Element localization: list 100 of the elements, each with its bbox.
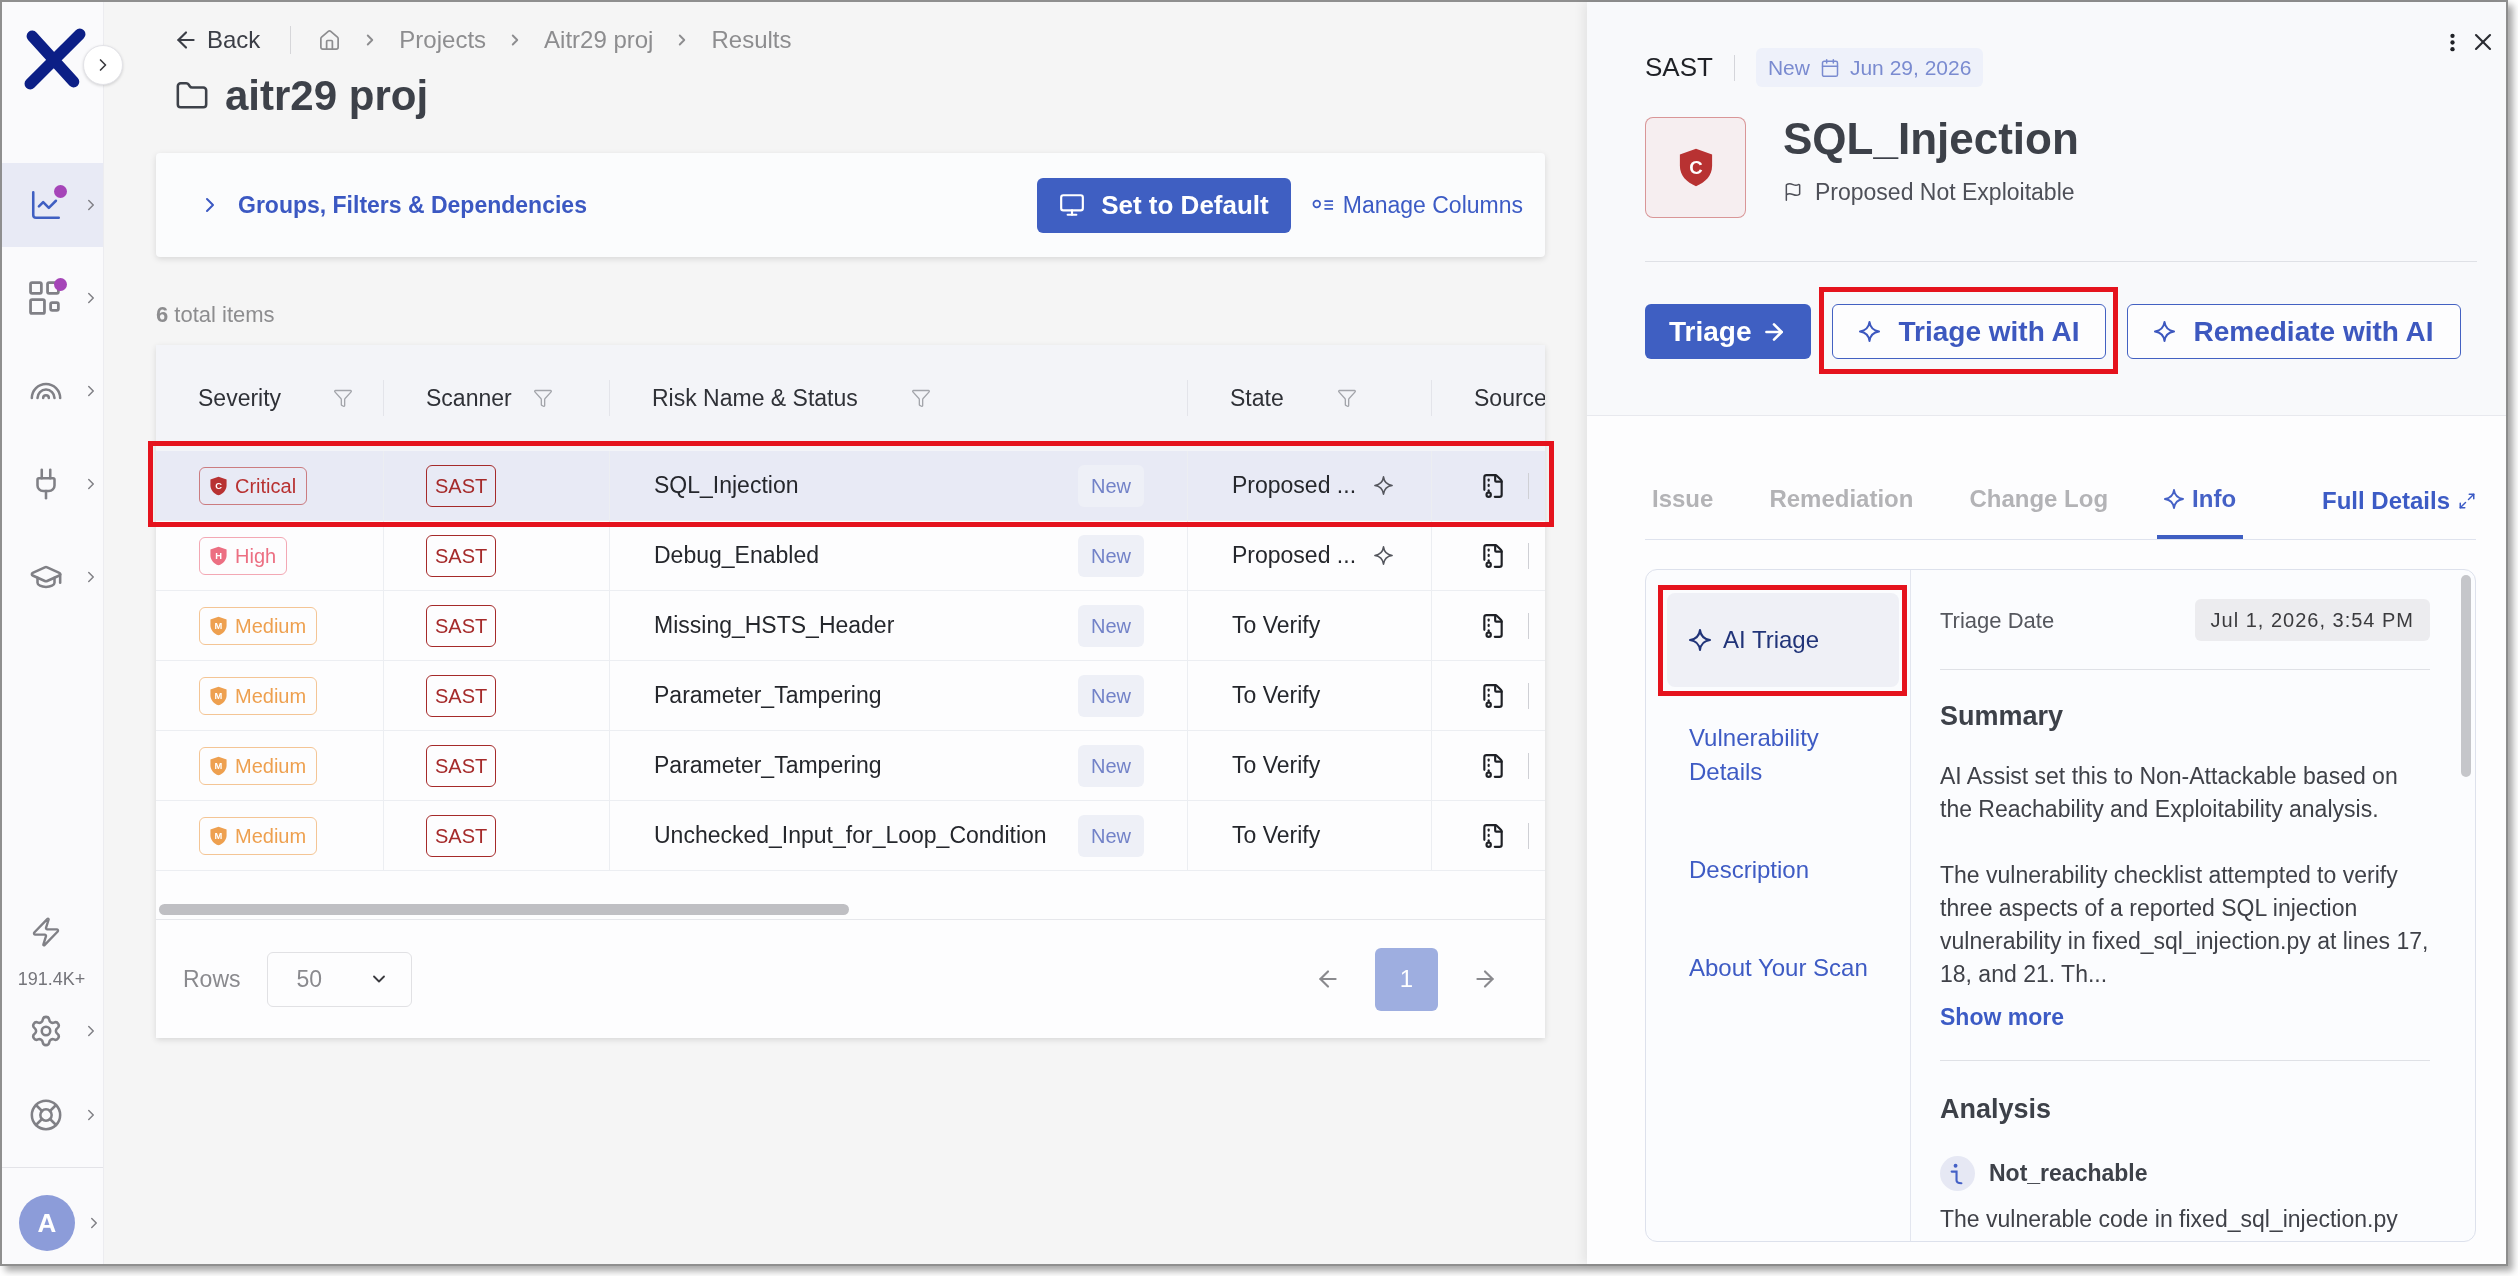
shield-icon: M xyxy=(210,825,227,846)
back-button[interactable]: Back xyxy=(173,22,261,58)
risk-name: SQL_Injection xyxy=(654,471,799,501)
analysis-title: Not_reachable xyxy=(1989,1159,2148,1189)
tab[interactable]: Info xyxy=(2157,481,2244,539)
file-icon xyxy=(1480,682,1506,709)
rows-select[interactable]: 50 xyxy=(266,951,412,1007)
settings-icon xyxy=(29,1014,63,1048)
column-header[interactable]: Severity xyxy=(198,380,354,416)
severity-label: High xyxy=(235,543,277,569)
scanner-label: SAST xyxy=(1645,51,1713,84)
risk-name: Debug_Enabled xyxy=(654,541,819,571)
shield-icon: C xyxy=(1678,148,1713,187)
file-icon xyxy=(1480,472,1506,499)
analysis-heading: Analysis xyxy=(1940,1093,2053,1125)
column-header[interactable]: Risk Name & Status xyxy=(652,380,931,416)
table-row[interactable]: M Medium SAST Missing_HSTS_Header New To Verify xyxy=(156,591,1545,661)
breadcrumb-link[interactable]: Aitr29 proj xyxy=(544,22,654,58)
risk-name: Unchecked_Input_for_Loop_Condition xyxy=(654,821,1047,851)
manage-columns-button[interactable]: Manage Columns xyxy=(1311,187,1523,223)
scanner-tag: SAST xyxy=(426,464,497,507)
sparkle-icon xyxy=(2154,321,2176,342)
full-details-link[interactable]: Full Details xyxy=(2321,483,2476,539)
filters-toggle[interactable]: Groups, Filters & Dependencies xyxy=(198,187,587,223)
breadcrumb-link[interactable]: Results xyxy=(711,22,792,58)
state-text: To Verify xyxy=(1232,611,1321,641)
flag-icon xyxy=(1783,182,1803,202)
risk-name: Parameter_Tampering xyxy=(654,751,882,781)
show-more-link[interactable]: Show more xyxy=(1940,1001,2064,1034)
issue-title: SQL_Injection xyxy=(1783,113,2079,165)
info-icon xyxy=(1940,1156,1975,1191)
column-header[interactable]: State xyxy=(1230,380,1357,416)
shield-icon: M xyxy=(210,685,227,706)
sparkle-icon xyxy=(1859,321,1881,342)
summary-paragraph: AI Assist set this to Non-Attackable based on the Reachability and Exploitability analysis. xyxy=(1940,762,2399,824)
table-row[interactable]: M Medium SAST Parameter_Tampering New To Verify xyxy=(156,731,1545,801)
shield-icon: H xyxy=(210,545,227,566)
state-text: Proposed ... xyxy=(1232,541,1357,571)
section-link[interactable]: Description xyxy=(1667,823,1899,917)
lifebuoy-icon xyxy=(29,1098,63,1132)
table-row[interactable]: H High SAST Debug_Enabled New Proposed ... xyxy=(156,521,1545,591)
more-icon xyxy=(2450,32,2455,52)
triage-date-value: Jul 1, 2026, 3:54 PM xyxy=(2194,599,2430,641)
sidebar-item[interactable] xyxy=(2,163,103,247)
triage-button[interactable]: Triage xyxy=(1645,304,1812,359)
set-default-button[interactable]: Set to Default xyxy=(1037,177,1291,233)
section-link[interactable]: AI Triage xyxy=(1667,593,1899,687)
severity-label: Medium xyxy=(235,683,307,709)
more-options-button[interactable] xyxy=(2450,32,2455,52)
summary-heading: Summary xyxy=(1940,700,2065,732)
ai-action-button[interactable]: Triage with AI xyxy=(1832,304,2107,359)
shield-icon: C xyxy=(210,475,227,496)
table-row[interactable]: C Critical SAST SQL_Injection New Proposed ... xyxy=(156,451,1545,521)
column-header[interactable]: Source xyxy=(1474,380,1545,416)
status-tag: New xyxy=(1078,604,1144,647)
state-text: To Verify xyxy=(1232,821,1321,851)
severity-label: Medium xyxy=(235,823,307,849)
section-link[interactable]: About Your Scan xyxy=(1667,921,1899,1015)
expand-icon xyxy=(2458,492,2476,510)
file-icon xyxy=(1480,612,1506,639)
severity-label: Critical xyxy=(235,473,297,499)
severity-label: Medium xyxy=(235,613,307,639)
status-tag: New xyxy=(1078,674,1144,717)
filter-icon[interactable] xyxy=(1336,388,1357,408)
grid-icon xyxy=(29,281,63,315)
breadcrumb-link[interactable]: Projects xyxy=(399,22,487,58)
state-text: To Verify xyxy=(1232,751,1321,781)
scanner-tag: SAST xyxy=(426,534,497,577)
home-icon[interactable] xyxy=(318,28,342,52)
section-link[interactable]: Vulnerability Details xyxy=(1667,691,1899,819)
analysis-text: The vulnerable code in fixed_sql_injection.py xyxy=(1940,1205,2399,1234)
summary-paragraph: The vulnerability checklist attempted to verify three aspects of a reported SQL injection vulnerability in fixed_sql_injection.py at lines 17, 18, and 21. Th... xyxy=(1940,861,2430,989)
shield-icon: M xyxy=(210,755,227,776)
scanner-tag: SAST xyxy=(426,674,497,717)
severity-label: Medium xyxy=(235,753,307,779)
total-items: 6 total items xyxy=(156,302,276,328)
ai-action-button[interactable]: Remediate with AI xyxy=(2127,304,2461,359)
calendar-icon xyxy=(1819,57,1840,78)
file-icon xyxy=(1480,542,1506,569)
page-title: aitr29 proj xyxy=(225,71,429,121)
rows-label: Rows xyxy=(183,964,241,994)
status-tag: New xyxy=(1078,464,1144,507)
risk-name: Missing_HSTS_Header xyxy=(654,611,895,641)
monitor-icon xyxy=(1059,192,1086,218)
date-text: Jun 29, 2026 xyxy=(1849,54,1972,81)
filter-icon[interactable] xyxy=(333,388,354,408)
file-icon xyxy=(1480,822,1506,849)
avatar: A xyxy=(19,1195,75,1251)
state-text: Proposed Not Exploitable xyxy=(1815,177,2075,207)
status-tag: New xyxy=(1078,534,1144,577)
credits-count: 191.4K+ xyxy=(16,968,86,990)
column-header[interactable]: Scanner xyxy=(426,380,553,416)
list-icon xyxy=(1311,199,1334,211)
chart-icon xyxy=(29,188,63,222)
filter-icon[interactable] xyxy=(532,388,553,408)
logo-icon xyxy=(24,28,86,90)
table-row[interactable]: M Medium SAST Parameter_Tampering New To Verify xyxy=(156,661,1545,731)
filter-icon[interactable] xyxy=(910,388,931,408)
state-text: Proposed ... xyxy=(1232,471,1357,501)
table-row[interactable]: M Medium SAST Unchecked_Input_for_Loop_Condition New To Verify xyxy=(156,801,1545,871)
